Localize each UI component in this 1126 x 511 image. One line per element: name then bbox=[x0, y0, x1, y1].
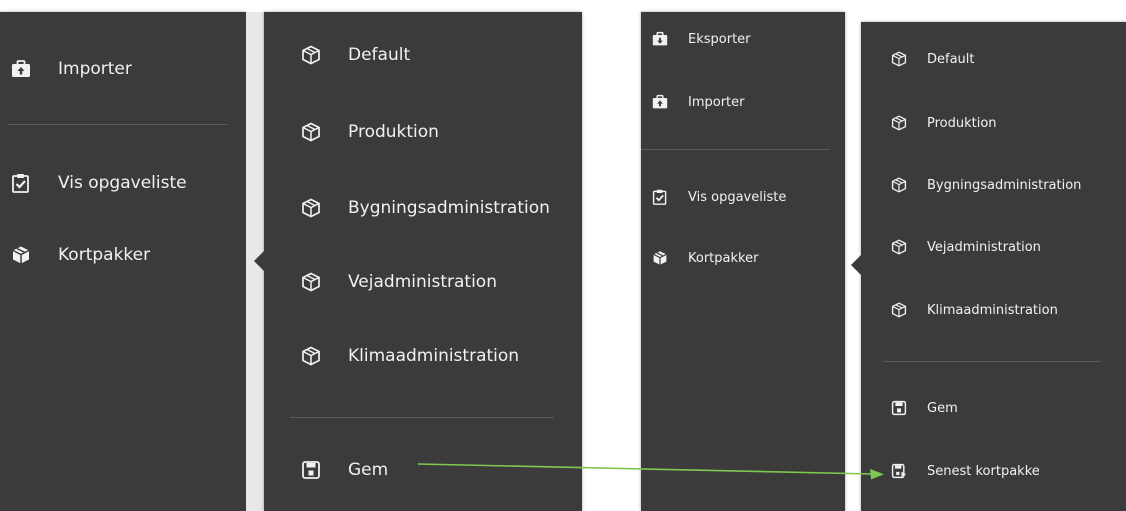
submenu-item-produktion[interactable]: Produktion bbox=[891, 115, 997, 131]
package-outline-icon bbox=[891, 302, 907, 318]
package-icon bbox=[10, 244, 32, 266]
submenu-item-vejadministration[interactable]: Vejadministration bbox=[300, 271, 497, 293]
menu-item-label: Eksporter bbox=[688, 31, 751, 47]
submenu-item-label: Default bbox=[348, 45, 411, 65]
menu-item-vis-opgaveliste[interactable]: Vis opgaveliste bbox=[652, 189, 786, 205]
submenu-item-label: Klimaadministration bbox=[927, 302, 1058, 318]
submenu-item-label: Gem bbox=[927, 400, 958, 416]
briefcase-upload-icon bbox=[652, 94, 668, 110]
submenu-item-klimaadministration[interactable]: Klimaadministration bbox=[891, 302, 1058, 318]
submenu-item-default[interactable]: Default bbox=[891, 51, 975, 67]
submenu-item-senest-kortpakke[interactable]: Senest kortpakke bbox=[891, 463, 1040, 479]
menu-item-kortpakker[interactable]: Kortpakker bbox=[652, 250, 758, 266]
submenu-item-label: Produktion bbox=[348, 122, 439, 142]
package-icon bbox=[652, 250, 668, 266]
menu-item-eksporter[interactable]: Eksporter bbox=[652, 31, 751, 47]
menu-item-label: Vis opgaveliste bbox=[688, 189, 787, 205]
package-outline-icon bbox=[300, 345, 322, 367]
menu-item-label: Kortpakker bbox=[58, 245, 151, 265]
package-outline-icon bbox=[300, 121, 322, 143]
menu-item-label: Importer bbox=[688, 94, 745, 110]
briefcase-upload-icon bbox=[10, 58, 32, 80]
package-outline-icon bbox=[891, 115, 907, 131]
save-icon bbox=[300, 459, 322, 481]
submenu-item-label: Bygningsadministration bbox=[927, 177, 1082, 193]
submenu-item-klimaadministration[interactable]: Klimaadministration bbox=[300, 345, 519, 367]
submenu-item-label: Klimaadministration bbox=[348, 346, 520, 366]
submenu-item-label: Vejadministration bbox=[927, 239, 1041, 255]
submenu-item-label: Bygningsadministration bbox=[348, 198, 550, 218]
package-outline-icon bbox=[891, 51, 907, 67]
right-menu-divider bbox=[641, 149, 830, 150]
submenu-item-label: Gem bbox=[348, 460, 389, 480]
left-submenu-divider bbox=[290, 417, 554, 418]
submenu-item-vejadministration[interactable]: Vejadministration bbox=[891, 239, 1041, 255]
left-menu-divider bbox=[8, 124, 228, 125]
menu-item-kortpakker[interactable]: Kortpakker bbox=[10, 244, 150, 266]
menu-item-importer[interactable]: Importer bbox=[10, 58, 132, 80]
submenu-item-gem[interactable]: Gem bbox=[891, 400, 958, 416]
right-submenu-caret bbox=[851, 255, 861, 275]
menu-item-label: Kortpakker bbox=[688, 250, 759, 266]
clipboard-check-icon bbox=[652, 189, 668, 205]
save-icon bbox=[891, 400, 907, 416]
submenu-item-produktion[interactable]: Produktion bbox=[300, 121, 439, 143]
submenu-item-bygningsadministration[interactable]: Bygningsadministration bbox=[891, 177, 1081, 193]
menu-item-importer[interactable]: Importer bbox=[652, 94, 745, 110]
package-outline-icon bbox=[891, 239, 907, 255]
submenu-item-label: Default bbox=[927, 51, 975, 67]
submenu-item-label: Vejadministration bbox=[348, 272, 497, 292]
clipboard-check-icon bbox=[10, 172, 32, 194]
submenu-item-label: Senest kortpakke bbox=[927, 463, 1040, 479]
left-kortpakker-submenu bbox=[264, 12, 582, 511]
menu-item-vis-opgaveliste[interactable]: Vis opgaveliste bbox=[10, 172, 187, 194]
package-outline-icon bbox=[891, 177, 907, 193]
submenu-item-gem[interactable]: Gem bbox=[300, 459, 388, 481]
submenu-item-label: Produktion bbox=[927, 115, 997, 131]
briefcase-download-icon bbox=[652, 31, 668, 47]
submenu-item-bygningsadministration[interactable]: Bygningsadministration bbox=[300, 197, 550, 219]
package-outline-icon bbox=[300, 197, 322, 219]
menu-item-label: Vis opgaveliste bbox=[58, 173, 187, 193]
menu-item-label: Importer bbox=[58, 59, 132, 79]
right-submenu-divider bbox=[883, 361, 1101, 362]
submenu-item-default[interactable]: Default bbox=[300, 44, 410, 66]
package-outline-icon bbox=[300, 271, 322, 293]
package-outline-icon bbox=[300, 44, 322, 66]
left-submenu-caret bbox=[254, 251, 264, 271]
save-restore-icon bbox=[891, 463, 907, 479]
right-kortpakker-submenu bbox=[861, 22, 1126, 511]
